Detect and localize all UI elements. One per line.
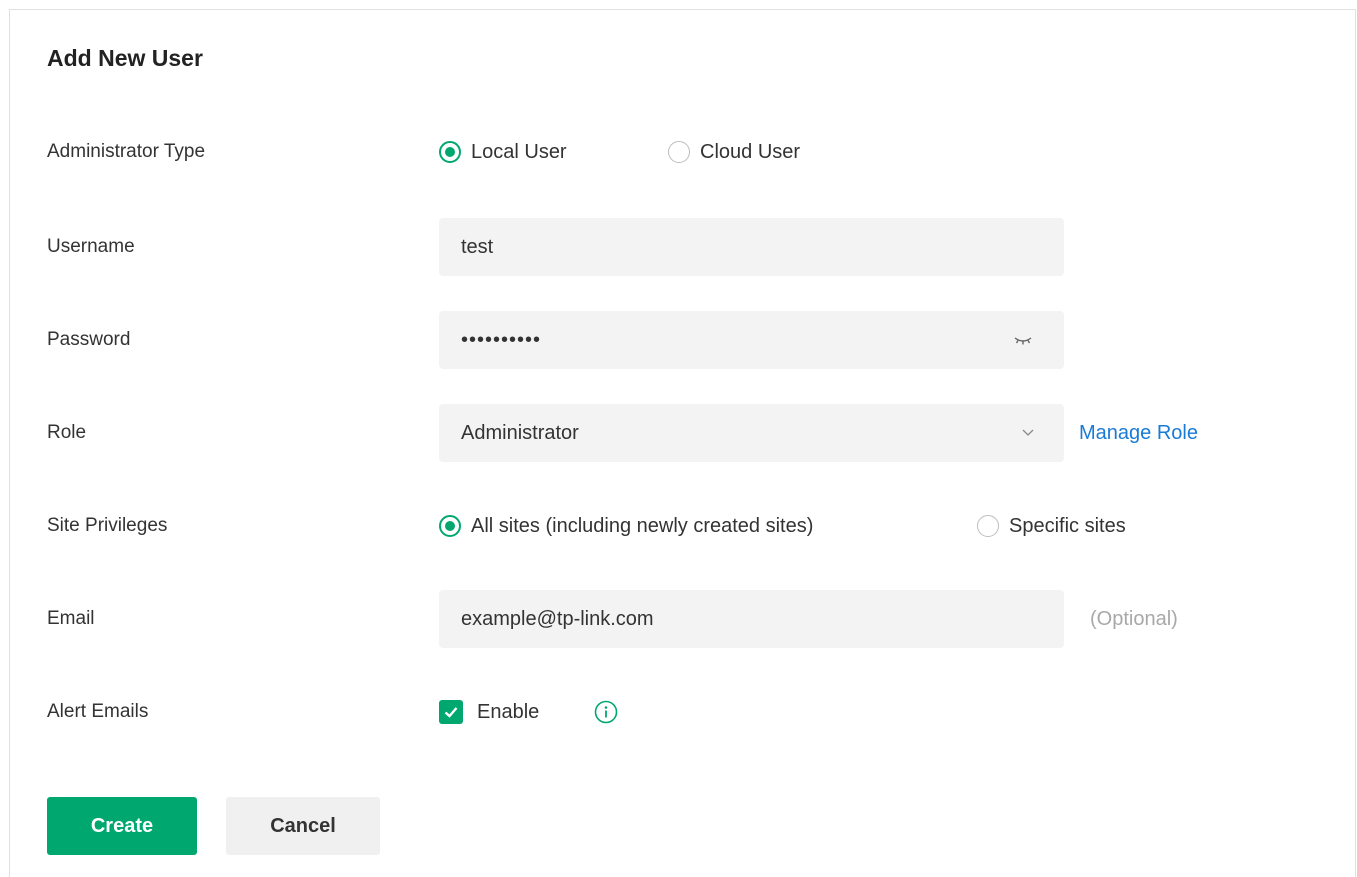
radio-all-sites-label: All sites (including newly created sites…: [471, 514, 814, 537]
optional-hint: (Optional): [1090, 608, 1178, 630]
password-input[interactable]: ••••••••••: [439, 311, 1064, 369]
create-button[interactable]: Create: [47, 797, 197, 855]
eye-closed-icon[interactable]: [1012, 330, 1034, 350]
radio-local-user-label: Local User: [471, 140, 567, 163]
manage-role-link[interactable]: Manage Role: [1079, 404, 1198, 462]
checkbox-checked-icon[interactable]: [439, 700, 463, 724]
radio-all-sites[interactable]: All sites (including newly created sites…: [439, 497, 813, 555]
username-row: Username test: [10, 218, 1355, 276]
email-input[interactable]: example@tp-link.com: [439, 590, 1064, 648]
radio-cloud-user[interactable]: Cloud User: [668, 123, 800, 181]
role-row: Role Administrator Manage Role: [10, 404, 1355, 462]
chevron-down-icon: [1022, 429, 1034, 436]
password-label: Password: [47, 329, 131, 350]
email-row: Email example@tp-link.com (Optional): [10, 590, 1355, 648]
email-value: example@tp-link.com: [461, 607, 654, 630]
password-row: Password ••••••••••: [10, 311, 1355, 369]
enable-checkbox[interactable]: Enable: [439, 683, 539, 741]
enable-label: Enable: [477, 700, 540, 723]
radio-local-user[interactable]: Local User: [439, 123, 567, 181]
site-privileges-label: Site Privileges: [47, 515, 168, 536]
username-value: test: [461, 235, 494, 258]
admin-type-label: Administrator Type: [47, 141, 206, 162]
username-label: Username: [47, 236, 135, 257]
radio-specific-sites-label: Specific sites: [1009, 514, 1126, 537]
info-icon[interactable]: [594, 700, 618, 724]
alert-emails-label: Alert Emails: [47, 701, 149, 722]
role-label: Role: [47, 422, 87, 443]
radio-specific-sites[interactable]: Specific sites: [977, 497, 1126, 555]
username-input[interactable]: test: [439, 218, 1064, 276]
radio-unchecked-icon[interactable]: [668, 141, 690, 163]
add-user-panel: Add New User Administrator Type Local Us…: [9, 9, 1356, 877]
role-select[interactable]: Administrator: [439, 404, 1064, 462]
admin-type-row: Administrator Type Local User Cloud User: [10, 123, 1355, 181]
page-title: Add New User: [47, 45, 203, 71]
radio-cloud-user-label: Cloud User: [700, 140, 801, 163]
email-label: Email: [47, 608, 95, 629]
radio-checked-icon[interactable]: [439, 141, 461, 163]
alert-emails-row: Alert Emails Enable: [10, 683, 1355, 741]
cancel-button[interactable]: Cancel: [226, 797, 380, 855]
radio-checked-icon[interactable]: [439, 515, 461, 537]
radio-unchecked-icon[interactable]: [977, 515, 999, 537]
role-value: Administrator: [461, 421, 579, 444]
site-privileges-row: Site Privileges All sites (including new…: [10, 497, 1355, 555]
password-value: ••••••••••: [461, 328, 542, 351]
